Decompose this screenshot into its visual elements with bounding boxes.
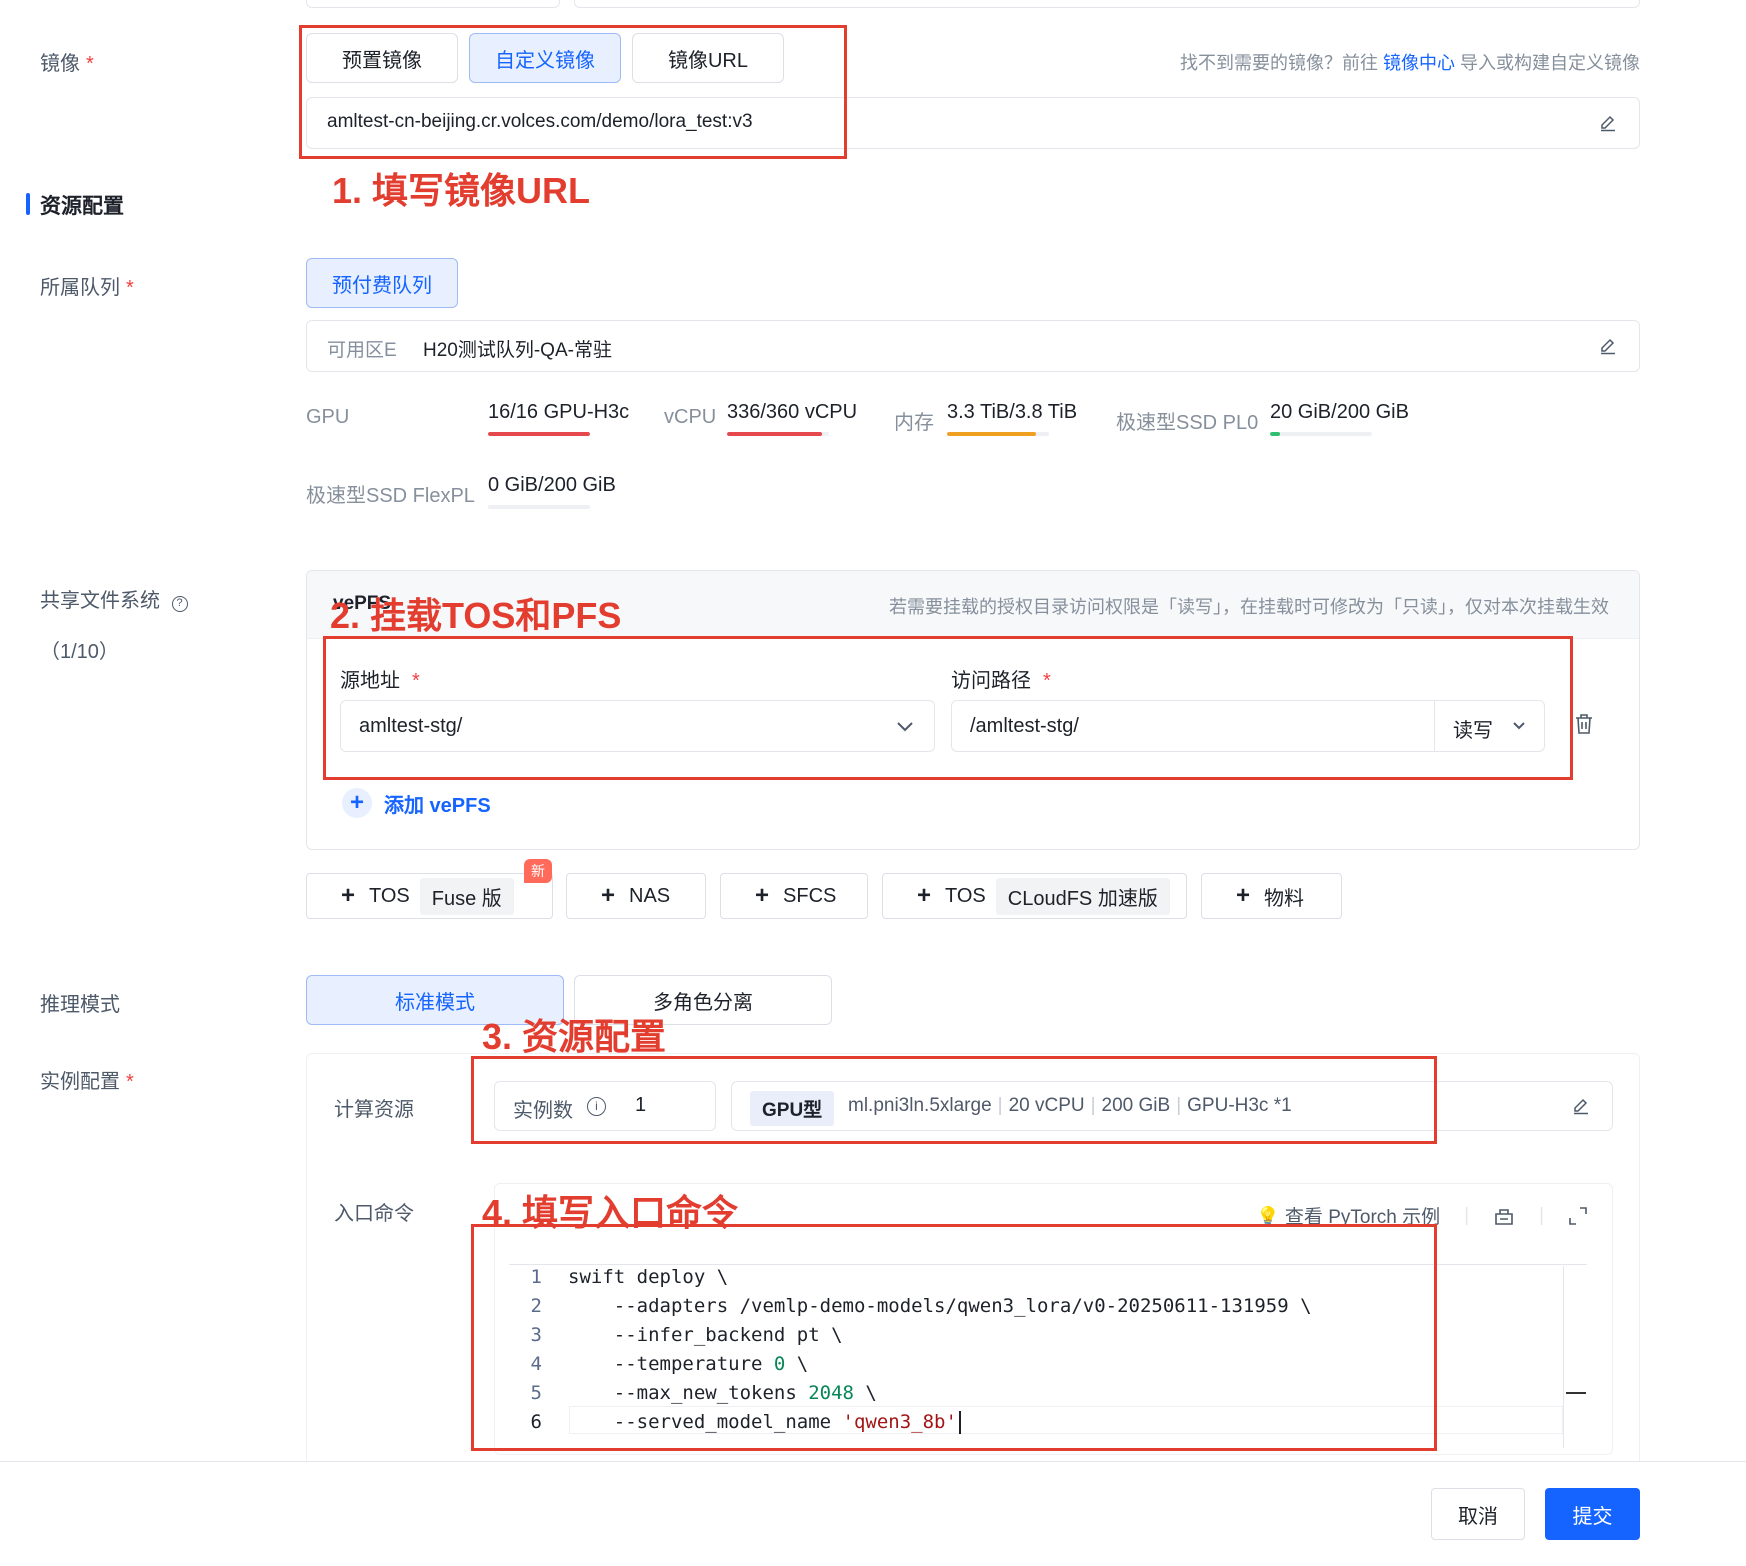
plus-icon: + <box>341 882 356 909</box>
image-label: 镜像 * <box>40 47 94 76</box>
infer-mode-label: 推理模式 <box>40 994 120 1016</box>
previous-input-right[interactable] <box>574 0 1640 8</box>
stat-vcpu-fill <box>727 432 822 436</box>
required-star: * <box>126 277 134 299</box>
annotation-2: 2. 挂载TOS和PFS <box>330 595 622 636</box>
edit-icon[interactable] <box>1572 1097 1590 1115</box>
image-label-text: 镜像 <box>40 53 80 75</box>
annotation-box-command <box>471 1224 1437 1451</box>
tab-label: 预付费队列 <box>332 274 432 297</box>
plus-icon: + <box>342 788 372 818</box>
fs-label: 共享文件系统 ? <box>40 584 188 613</box>
queue-value: H20测试队列-QA-常驻 <box>423 340 612 361</box>
button-label: SFCS <box>783 884 837 907</box>
stat-gpu-key: GPU <box>306 406 350 428</box>
stat-gpu-bar <box>488 432 590 436</box>
fuse-chip: Fuse 版 <box>419 877 514 915</box>
stat-ssd-pl0-value: 20 GiB/200 GiB <box>1270 401 1409 423</box>
stat-memory-bar <box>947 432 1049 436</box>
required-star: * <box>86 53 94 75</box>
stat-ssd-pl0-key: 极速型SSD PL0 <box>1116 412 1259 434</box>
annotation-3: 3. 资源配置 <box>482 1016 667 1057</box>
plus-icon: + <box>917 882 932 909</box>
button-label: NAS <box>629 884 671 907</box>
trash-icon[interactable] <box>1574 713 1594 735</box>
plus-icon: + <box>755 882 770 909</box>
stat-memory-fill <box>947 432 1036 436</box>
divider: | <box>1539 1204 1544 1226</box>
previous-input-left[interactable] <box>306 0 560 8</box>
button-label: 物料 <box>1264 887 1305 910</box>
add-tos-cloudfs-button[interactable]: + TOS CLoudFS 加速版 <box>882 873 1187 919</box>
code-scrollbar[interactable] <box>1563 1266 1587 1448</box>
new-badge: 新 <box>524 859 552 883</box>
fs-label-text: 共享文件系统 <box>40 590 160 612</box>
hint-prefix: 找不到需要的镜像？前往 <box>1179 53 1378 73</box>
stat-ssd-flexpl-value: 0 GiB/200 GiB <box>488 474 616 496</box>
plus-icon: + <box>601 882 616 909</box>
instance-label-text: 实例配置 <box>40 1071 120 1093</box>
add-nas-button[interactable]: + NAS <box>566 873 706 919</box>
submit-button[interactable]: 提交 <box>1545 1488 1640 1540</box>
help-icon[interactable]: ? <box>171 596 188 612</box>
stat-ssd-pl0-bar <box>1270 432 1372 436</box>
cancel-button[interactable]: 取消 <box>1431 1488 1525 1540</box>
stat-ssd-flexpl-key: 极速型SSD FlexPL <box>306 485 475 507</box>
annotation-1: 1. 填写镜像URL <box>332 170 591 211</box>
queue-select[interactable]: 可用区E H20测试队列-QA-常驻 <box>306 320 1640 372</box>
annotation-box-image <box>299 25 847 159</box>
fullscreen-icon[interactable] <box>1568 1206 1588 1226</box>
stat-vcpu-value: 336/360 vCPU <box>727 401 858 423</box>
annotation-box-compute <box>471 1056 1437 1144</box>
tab-prepaid-queue[interactable]: 预付费队列 <box>306 258 458 308</box>
resource-section-title: 资源配置 <box>40 195 124 218</box>
stat-gpu-fill <box>488 432 590 436</box>
stat-ssd-flexpl-bar <box>488 505 590 509</box>
queue-label: 所属队列 * <box>40 271 134 300</box>
stat-memory-key: 内存 <box>894 412 934 434</box>
add-sfcs-button[interactable]: + SFCS <box>720 873 868 919</box>
section-marker <box>26 193 30 215</box>
stat-vcpu-bar <box>727 432 829 436</box>
mode-label: 标准模式 <box>395 991 475 1014</box>
image-hint: 找不到需要的镜像？前往 镜像中心 导入或构建自定义镜像 <box>1180 49 1640 75</box>
format-icon[interactable] <box>1493 1206 1515 1226</box>
vepfs-panel-hint: 若需要挂载的授权目录访问权限是「读写」，在挂载时可修改为「只读」，仅对本次挂载生… <box>889 597 1609 617</box>
add-vepfs-label: 添加 vePFS <box>384 794 491 817</box>
fs-count: （1/10） <box>40 641 119 663</box>
cloudfs-chip: CLoudFS 加速版 <box>995 877 1170 915</box>
mode-label: 多角色分离 <box>653 991 753 1014</box>
stat-ssd-pl0-fill <box>1270 432 1281 436</box>
add-tos-fuse-button[interactable]: + TOS Fuse 版 <box>306 873 553 919</box>
instance-label: 实例配置 * <box>40 1065 134 1094</box>
zone-label: 可用区E <box>327 340 397 361</box>
scrollbar-thumb[interactable] <box>1566 1392 1586 1394</box>
button-label: TOS <box>369 884 410 907</box>
queue-label-text: 所属队列 <box>40 277 120 299</box>
compute-label: 计算资源 <box>334 1099 414 1121</box>
annotation-box-fs <box>323 636 1573 780</box>
divider: | <box>1464 1204 1470 1226</box>
edit-icon[interactable] <box>1599 337 1617 355</box>
stat-vcpu-key: vCPU <box>664 406 717 428</box>
stat-gpu-value: 16/16 GPU-H3c <box>488 401 630 423</box>
required-star: * <box>126 1071 134 1093</box>
image-center-link[interactable]: 镜像中心 <box>1383 53 1455 73</box>
entry-command-label: 入口命令 <box>334 1203 414 1225</box>
hint-suffix: 导入或构建自定义镜像 <box>1460 53 1640 73</box>
add-material-button[interactable]: + 物料 <box>1201 873 1342 919</box>
button-label: TOS <box>945 884 986 907</box>
stat-memory-value: 3.3 TiB/3.8 TiB <box>947 401 1078 423</box>
cancel-label: 取消 <box>1458 1505 1498 1528</box>
edit-icon[interactable] <box>1599 114 1617 132</box>
plus-icon: + <box>1236 882 1251 909</box>
submit-label: 提交 <box>1572 1505 1613 1528</box>
add-vepfs-button[interactable]: + 添加 vePFS <box>342 788 491 818</box>
